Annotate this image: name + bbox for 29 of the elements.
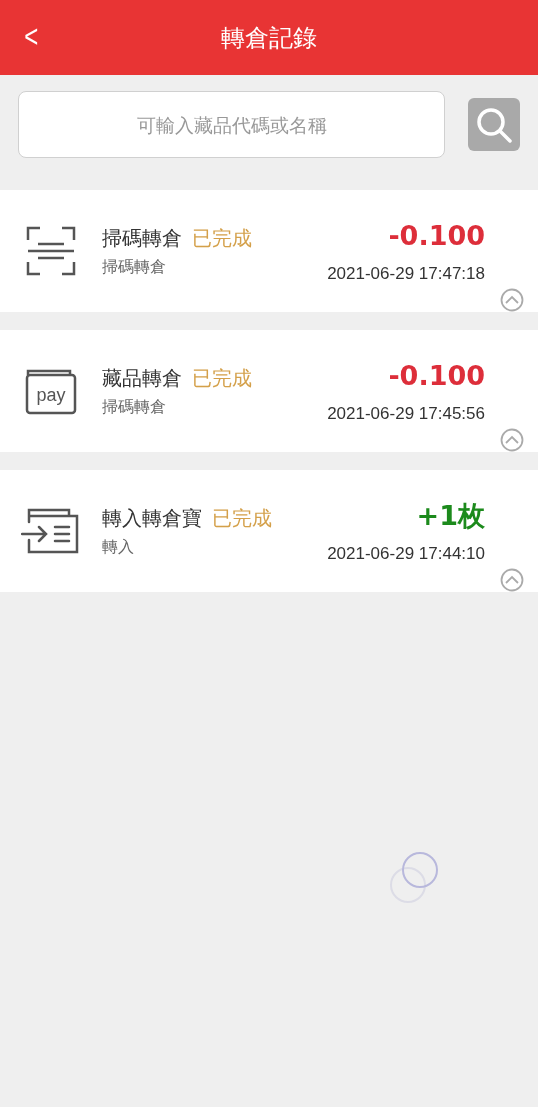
record-title: 轉入轉倉寶 xyxy=(102,505,202,532)
back-button[interactable]: < xyxy=(24,18,39,54)
chevron-up-icon[interactable] xyxy=(500,288,524,312)
record-title: 藏品轉倉 xyxy=(102,365,182,392)
transfer-in-icon xyxy=(21,506,81,556)
amount: -0.100 xyxy=(388,219,485,253)
search-button[interactable] xyxy=(468,98,520,151)
page-title: 轉倉記錄 xyxy=(221,22,317,54)
search-icon xyxy=(475,105,514,144)
status-label: 已完成 xyxy=(192,225,252,252)
search-field[interactable]: 可輸入藏品代碼或名稱 xyxy=(18,91,446,158)
record-subtitle: 掃碼轉倉 xyxy=(102,256,167,278)
pay-label: pay xyxy=(36,385,66,405)
chevron-up-icon[interactable] xyxy=(500,568,524,592)
record-card[interactable]: 掃碼轉倉 已完成 掃碼轉倉 -0.100 2021-06-29 17:47:18 xyxy=(0,190,538,312)
record-title: 掃碼轉倉 xyxy=(102,225,182,252)
status-label: 已完成 xyxy=(212,505,272,532)
record-subtitle: 掃碼轉倉 xyxy=(102,396,167,418)
record-time: 2021-06-29 17:44:10 xyxy=(327,542,485,565)
record-time: 2021-06-29 17:47:18 xyxy=(327,262,485,285)
amount: +1枚 xyxy=(416,499,485,533)
amount: -0.100 xyxy=(388,359,485,393)
record-card[interactable]: 轉入轉倉寶 已完成 轉入 +1枚 2021-06-29 17:44:10 xyxy=(0,470,538,592)
scan-icon xyxy=(26,226,76,276)
record-time: 2021-06-29 17:45:56 xyxy=(327,402,485,425)
chevron-up-icon[interactable] xyxy=(500,428,524,452)
record-subtitle: 轉入 xyxy=(102,536,135,558)
status-label: 已完成 xyxy=(192,365,252,392)
record-card[interactable]: pay 藏品轉倉 已完成 掃碼轉倉 -0.100 2021-06-29 17:45:56 xyxy=(0,330,538,452)
